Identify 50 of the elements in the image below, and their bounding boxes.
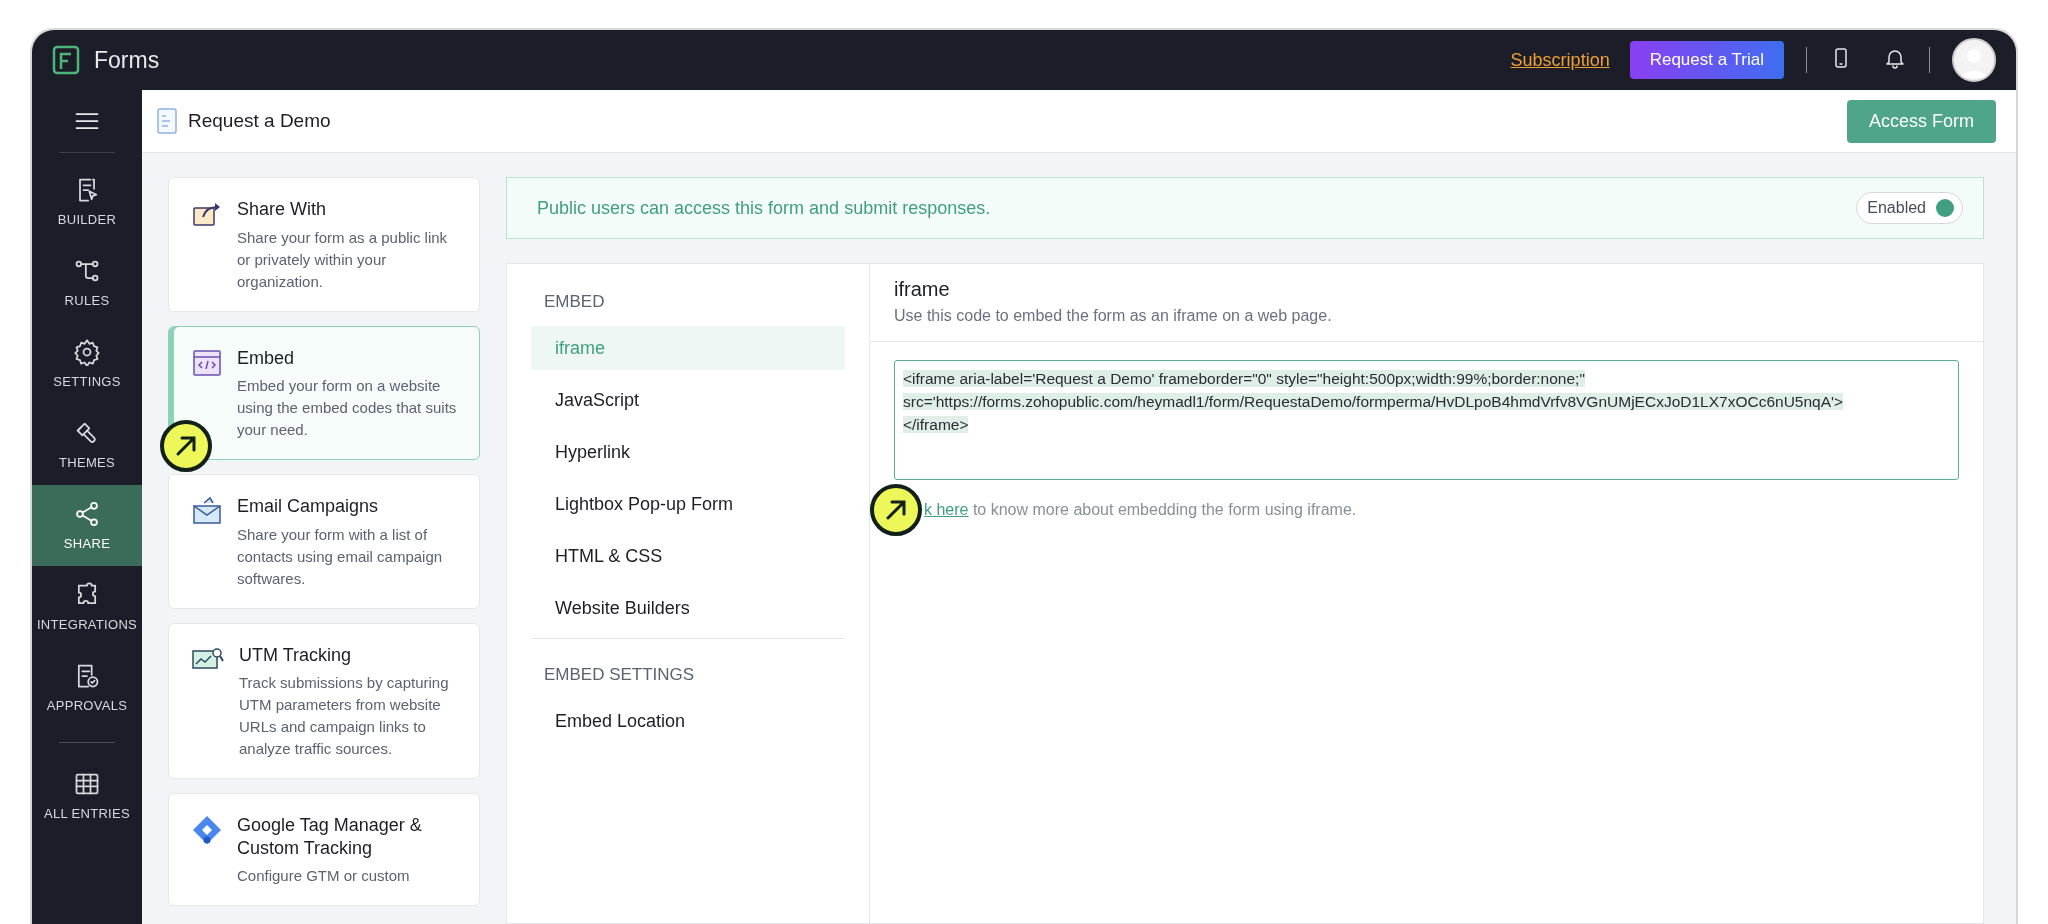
card-title: UTM Tracking <box>239 643 353 666</box>
embed-menu-item[interactable]: Hyperlink <box>531 430 845 474</box>
help-text: k here to know more about embedding the form using iframe. <box>924 501 1357 519</box>
embed-menu-item[interactable]: Embed Location <box>531 699 845 743</box>
sidebar-item[interactable]: INTEGRATIONS <box>32 566 142 647</box>
embed-menu-item[interactable]: Website Builders <box>531 586 845 630</box>
settings-icon <box>73 338 101 366</box>
sidebar-item[interactable]: RULES <box>32 242 142 323</box>
share-icon <box>73 500 101 528</box>
sidebar-item[interactable]: SETTINGS <box>32 323 142 404</box>
card-title: Share With <box>237 198 328 221</box>
app-name: Forms <box>94 46 160 74</box>
enabled-toggle[interactable]: Enabled <box>1856 192 1963 224</box>
logo-icon <box>52 45 80 75</box>
share-option-card[interactable]: UTM Tracking Track submissions by capturing UTM parameters from website URLs and campaign links to analyze traffic sources. <box>168 622 480 779</box>
sidebar-item[interactable]: BUILDER <box>32 161 142 242</box>
card-description: Configure GTM or custom <box>237 866 411 886</box>
sidebar-item[interactable]: APPROVALS <box>32 647 142 728</box>
form-title: Request a Demo <box>188 110 331 132</box>
document-icon <box>156 107 178 135</box>
card-description: Share your form as a public link or privately within your organization. <box>237 227 449 292</box>
arrow-marker-icon <box>870 484 922 536</box>
sidebar-item[interactable]: ALL ENTRIES <box>32 755 142 836</box>
share-option-card[interactable]: Share With Share your form as a public link or privately within your organization. <box>168 177 480 312</box>
arrow-marker-icon <box>160 420 212 472</box>
section-heading: EMBED <box>543 292 606 312</box>
request-trial-button[interactable]: Request a Trial <box>1629 41 1784 79</box>
subscription-link[interactable]: Subscription <box>1510 49 1610 71</box>
card-description: Embed your form on a website using the embed codes that suits your need. <box>237 376 458 440</box>
card-title: Embed <box>237 346 296 369</box>
avatar[interactable] <box>1952 38 1996 82</box>
embed-menu-item[interactable]: HTML & CSS <box>531 534 845 578</box>
share-option-card[interactable]: Embed Embed your form on a website using the embed codes that suits your need. <box>168 325 480 460</box>
diamond-icon <box>191 814 223 846</box>
card-title: Google Tag Manager & Custom Tracking <box>237 814 423 859</box>
sidebar-item[interactable]: SHARE <box>32 485 142 566</box>
share-option-card[interactable]: Email Campaigns Share your form with a list of contacts using email campaign softwares. <box>168 474 480 609</box>
envelope-icon <box>191 495 223 527</box>
embed-menu-item[interactable]: JavaScript <box>531 378 845 422</box>
section-title: iframe <box>894 278 951 301</box>
status-message: Public users can access this form and submit responses. <box>537 197 992 219</box>
code-field[interactable]: <iframe aria-label='Request a Demo' frameborder="0" style="height:500px;width:99%;border:none;" src='https://forms.zohopublic.com/heymadl1/form/RequestaDemo/formperma/HvDLpoB4hmdVrfv8VGnUMjECxJoD1LX7xOCc6nU5nqA'> </iframe> <box>894 360 1959 480</box>
section-heading: EMBED SETTINGS <box>543 665 696 685</box>
embed-menu-item[interactable]: Lightbox Pop-up Form <box>531 482 845 526</box>
card-title: Email Campaigns <box>237 495 380 518</box>
section-subtitle: Use this code to embed the form as an iframe on a web page. <box>894 307 1333 325</box>
sidebar-item[interactable]: THEMES <box>32 404 142 485</box>
card-description: Share your form with a list of contacts using email campaign softwares. <box>237 524 444 589</box>
card-description: Track submissions by capturing UTM parameters from website URLs and campaign links to analyze traffic sources. <box>239 673 450 759</box>
share-option-card[interactable]: Google Tag Manager & Custom Tracking Configure GTM or custom <box>168 793 480 906</box>
